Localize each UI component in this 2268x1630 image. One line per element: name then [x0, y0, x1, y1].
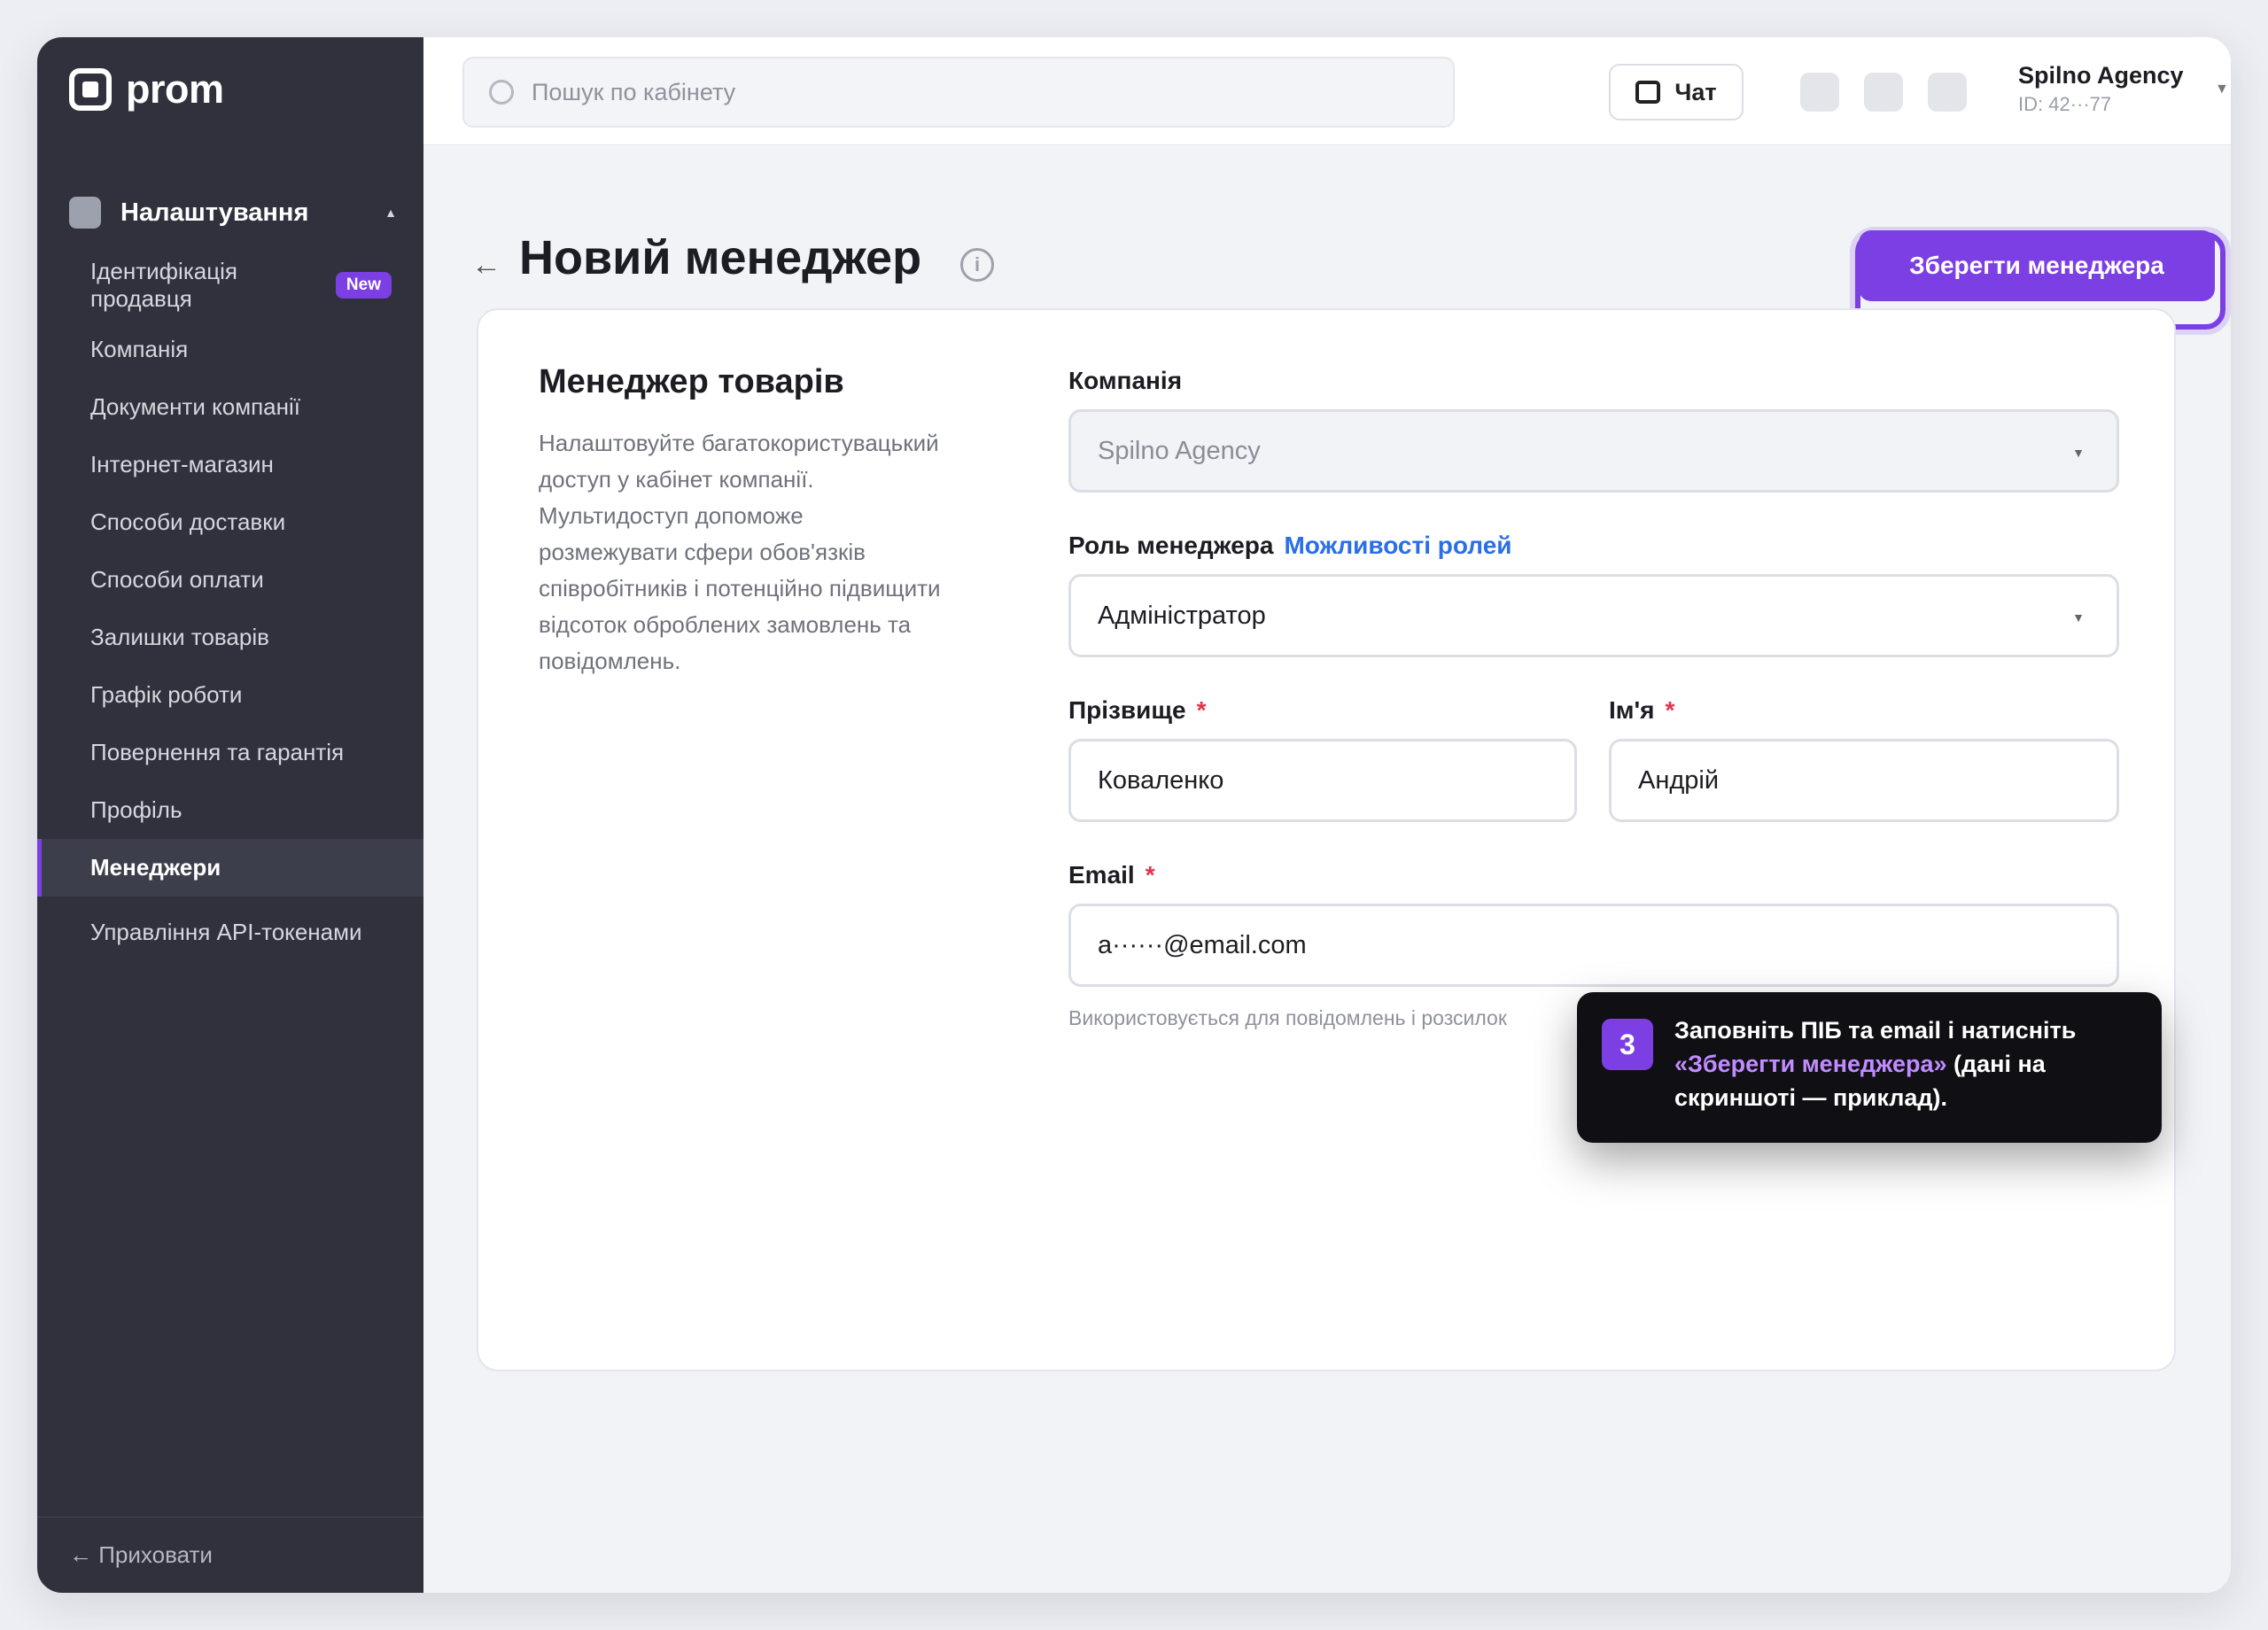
account-name: Spilno Agency: [2018, 62, 2184, 89]
firstname-label: Ім'я *: [1609, 696, 1674, 725]
chevron-down-icon: ▼: [2072, 610, 2085, 625]
sidebar-item-stock[interactable]: Залишки товарів: [37, 609, 423, 666]
card-description: Налаштовуйте багатокористувацький доступ…: [539, 430, 941, 674]
company-label: Компанія: [1068, 367, 1183, 394]
required-mark: *: [1145, 861, 1155, 889]
chat-button[interactable]: Чат: [1609, 64, 1744, 120]
sidebar-item-label: Залишки товарів: [90, 624, 269, 650]
chevron-down-icon[interactable]: ▼: [2215, 82, 2229, 97]
settings-icon: [69, 197, 101, 229]
sidebar-item-label: Ідентифікація продавця: [90, 258, 237, 312]
sidebar-item-label: Документи компанії: [90, 393, 300, 420]
role-capabilities-link[interactable]: Можливості ролей: [1284, 532, 1511, 559]
required-mark: *: [1665, 696, 1675, 724]
role-value: Адміністратор: [1098, 601, 1266, 630]
caret-up-icon: ▲: [384, 206, 397, 220]
settings-nav: Ідентифікація продавця New Компанія Доку…: [37, 250, 423, 967]
search-icon: [489, 80, 514, 105]
role-select[interactable]: Адміністратор ▼: [1068, 574, 2119, 657]
lastname-label: Прізвище *: [1068, 696, 1206, 725]
sidebar-item-seller-verification[interactable]: Ідентифікація продавця New: [37, 250, 423, 321]
firstname-label-text: Ім'я: [1609, 696, 1655, 724]
sidebar-item-delivery-methods[interactable]: Способи доставки: [37, 493, 423, 551]
new-badge: New: [335, 272, 392, 299]
sidebar-item-label: Способи оплати: [90, 566, 264, 593]
sidebar-item-returns-warranty[interactable]: Повернення та гарантія: [37, 724, 423, 781]
search-input[interactable]: [532, 78, 1329, 106]
lastname-label-text: Прізвище: [1068, 696, 1186, 724]
tooltip-text-before: Заповніть ПІБ та email і натисніть: [1674, 1017, 2077, 1044]
lastname-input[interactable]: Коваленко: [1068, 739, 1577, 822]
app-window: prom Налаштування ▲ Ідентифікація продав…: [37, 37, 2231, 1593]
sidebar-item-label: Способи доставки: [90, 508, 286, 535]
onboarding-tooltip: 3 Заповніть ПІБ та email і натисніть «Зб…: [1577, 992, 2162, 1143]
messages-icon[interactable]: [1864, 73, 1903, 112]
account-menu[interactable]: Spilno Agency ID: 42···77: [2018, 62, 2184, 116]
tooltip-text: Заповніть ПІБ та email і натисніть «Збер…: [1674, 1013, 2135, 1114]
sidebar-item-label: Компанія: [90, 336, 189, 362]
sidebar-item-payment-methods[interactable]: Способи оплати: [37, 551, 423, 609]
sidebar-item-label: Інтернет-магазин: [90, 451, 274, 477]
company-value: Spilno Agency: [1098, 436, 1261, 465]
prom-logo-icon: [69, 68, 112, 111]
brand-name: prom: [126, 66, 224, 112]
topbar: Чат Spilno Agency ID: 42···77 ▼: [423, 37, 2231, 145]
chevron-down-icon: ▼: [2072, 446, 2085, 460]
sidebar-item-label: Управління API-токенами: [90, 918, 362, 945]
info-icon[interactable]: i: [960, 248, 994, 282]
save-manager-button[interactable]: Зберегти менеджера: [1859, 230, 2215, 301]
card-title: Менеджер товарів: [539, 363, 844, 400]
hide-sidebar-button[interactable]: ← Приховати: [37, 1517, 423, 1593]
sidebar-item-api-tokens[interactable]: Управління API-токенами: [37, 896, 423, 967]
back-arrow-icon[interactable]: ←: [471, 248, 501, 283]
firstname-value: Андрій: [1638, 765, 1720, 795]
account-id: ID: 42···77: [2018, 93, 2112, 115]
notifications-icon[interactable]: [1800, 73, 1839, 112]
manager-form-card: Менеджер товарів Налаштовуйте багатокори…: [477, 308, 2176, 1371]
role-label-text: Роль менеджера: [1068, 532, 1274, 559]
sidebar-item-company[interactable]: Компанія: [37, 321, 423, 378]
email-label-text: Email: [1068, 861, 1135, 889]
chat-icon: [1635, 81, 1661, 104]
search-box[interactable]: [462, 57, 1455, 128]
chat-label: Чат: [1674, 78, 1717, 105]
sidebar-item-schedule[interactable]: Графік роботи: [37, 666, 423, 724]
email-label: Email *: [1068, 861, 1155, 889]
sidebar-item-label: Графік роботи: [90, 681, 243, 708]
tooltip-text-accent: «Зберегти менеджера»: [1674, 1051, 1947, 1077]
company-select: Spilno Agency ▼: [1068, 409, 2119, 493]
page-title: Новий менеджер: [519, 231, 922, 284]
sidebar-item-online-store[interactable]: Інтернет-магазин: [37, 436, 423, 493]
sidebar-item-managers[interactable]: Менеджери: [37, 839, 423, 896]
lastname-value: Коваленко: [1098, 765, 1224, 795]
sidebar-item-label: Профіль: [90, 796, 183, 823]
step-number-badge: 3: [1602, 1019, 1653, 1070]
role-label: Роль менеджера Можливості ролей: [1068, 532, 1511, 560]
settings-section-title: Налаштування: [120, 198, 309, 227]
required-mark: *: [1196, 696, 1207, 724]
sidebar-item-label: Менеджери: [90, 854, 221, 881]
firstname-input[interactable]: Андрій: [1609, 739, 2119, 822]
sidebar-item-profile[interactable]: Профіль: [37, 781, 423, 839]
sidebar-item-company-documents[interactable]: Документи компанії: [37, 378, 423, 436]
prom-logo[interactable]: prom: [69, 64, 224, 115]
email-value: a······@email.com: [1098, 930, 1307, 959]
settings-section-toggle[interactable]: Налаштування ▲: [69, 193, 397, 232]
sidebar-item-label: Повернення та гарантія: [90, 739, 345, 765]
email-hint: Використовується для повідомлень і розси…: [1068, 1006, 1507, 1029]
help-icon[interactable]: [1928, 73, 1967, 112]
sidebar: prom Налаштування ▲ Ідентифікація продав…: [37, 37, 423, 1593]
email-input[interactable]: a······@email.com: [1068, 904, 2119, 987]
